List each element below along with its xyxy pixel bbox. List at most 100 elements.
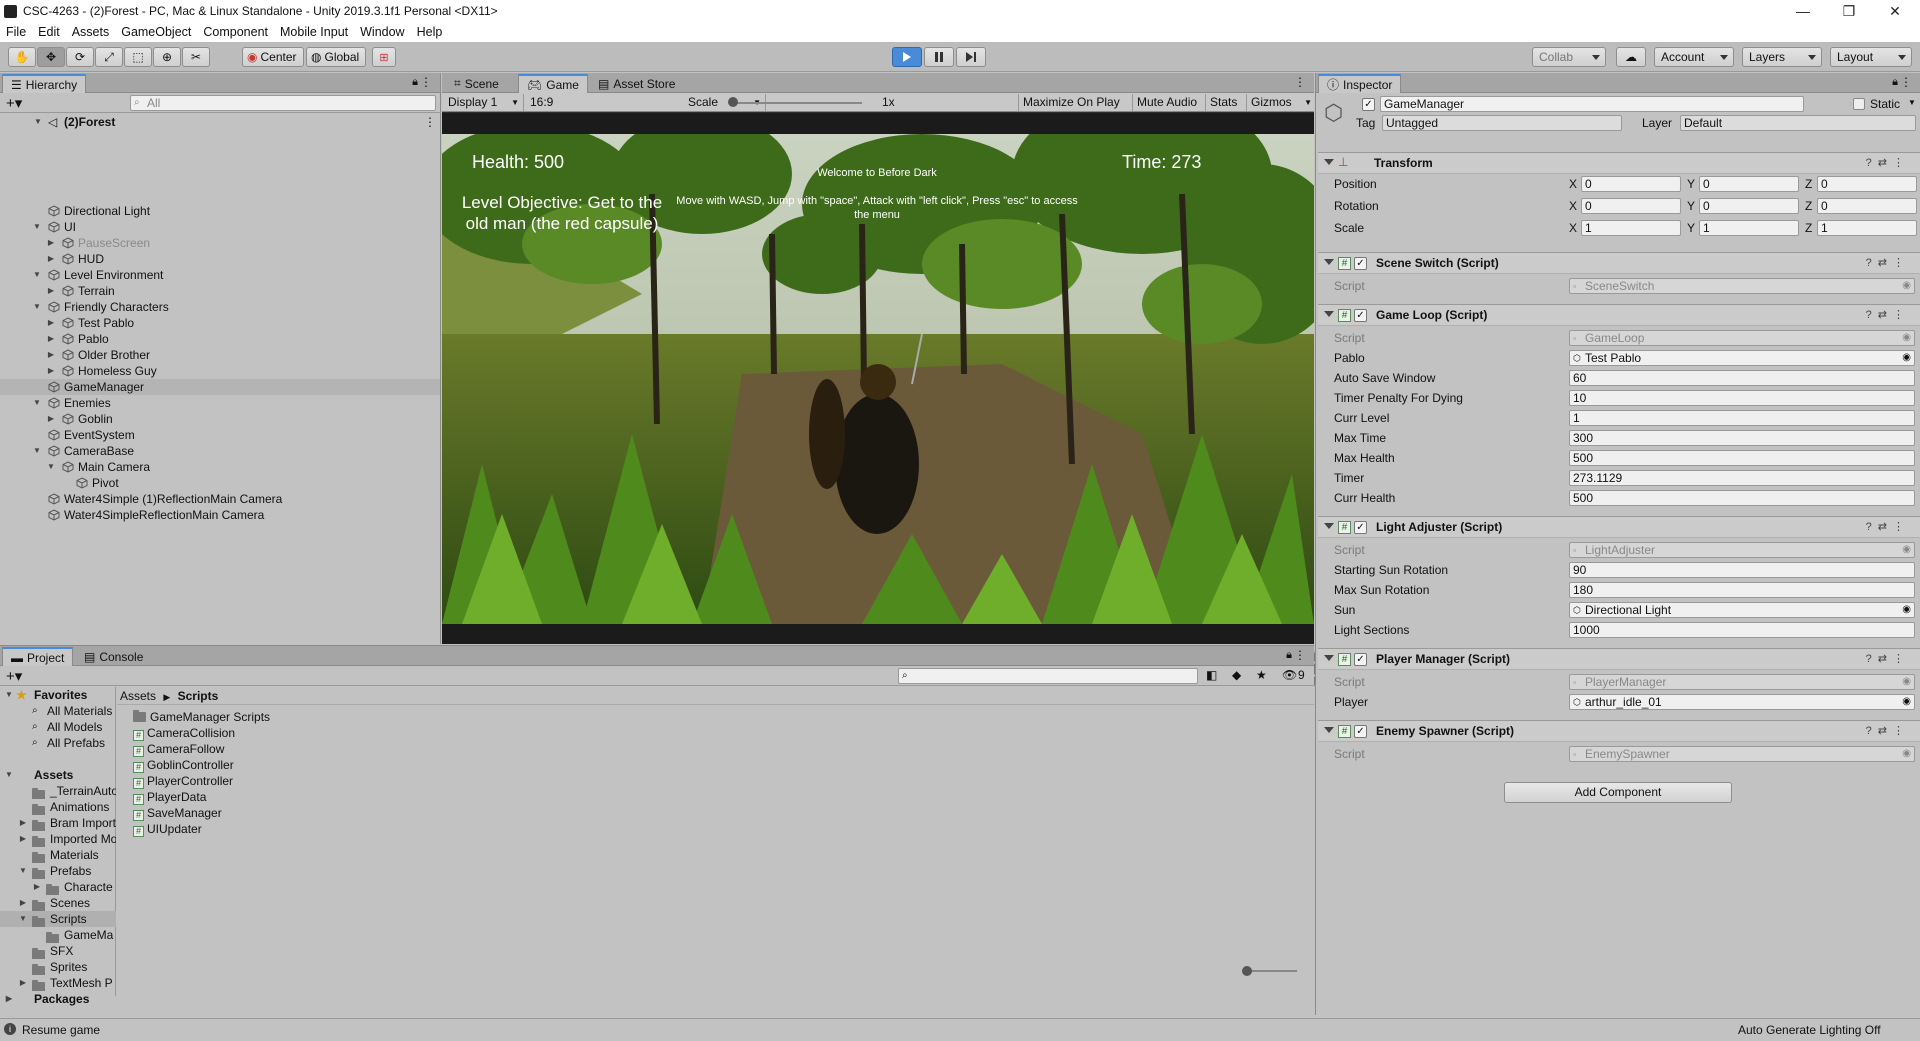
expand-arrow-icon[interactable]: ▼ [18, 863, 28, 879]
folder-tree-row[interactable]: ▼ Assets [0, 767, 116, 783]
component-menu-icon[interactable]: ⋮ [1893, 309, 1910, 321]
component-enabled-checkbox[interactable]: ✓ [1354, 309, 1367, 322]
component-enabled-checkbox[interactable]: ✓ [1354, 257, 1367, 270]
hierarchy-row[interactable]: Directional Light [0, 203, 440, 219]
help-icon[interactable]: ? [1866, 653, 1878, 665]
hierarchy-row[interactable]: ▶ Homeless Guy [0, 363, 440, 379]
folder-tree-row[interactable]: ▶ Packages [0, 991, 116, 1007]
transform-x-input[interactable]: 1 [1581, 220, 1681, 236]
menu-assets[interactable]: Assets [66, 25, 116, 39]
object-reference-field[interactable]: ⬡ ◉ arthur_idle_01 [1569, 694, 1915, 710]
project-menu-icon[interactable]: ⋮ [1294, 648, 1306, 662]
tab-project[interactable]: ▬ Project [2, 647, 74, 666]
collab-dropdown[interactable]: Collab [1532, 47, 1606, 67]
collapse-arrow-icon[interactable]: ▶ [46, 411, 56, 427]
transform-y-input[interactable]: 1 [1699, 220, 1799, 236]
script-item[interactable]: # PlayerData [133, 789, 206, 805]
add-component-button[interactable]: Add Component [1504, 782, 1732, 803]
menu-window[interactable]: Window [354, 25, 410, 39]
value-input[interactable]: 500 [1569, 490, 1915, 506]
value-input[interactable]: 60 [1569, 370, 1915, 386]
menu-help[interactable]: Help [411, 25, 449, 39]
script-item[interactable]: # GoblinController [133, 757, 234, 773]
script-item[interactable]: # SaveManager [133, 805, 222, 821]
label-filter-icon[interactable]: ◆ [1232, 668, 1241, 682]
active-checkbox[interactable]: ✓ [1362, 98, 1375, 111]
preset-icon[interactable]: ⇄ [1878, 157, 1893, 169]
folder-tree-row[interactable]: ▼ Scripts [0, 911, 116, 927]
object-picker-icon[interactable]: ◉ [1902, 351, 1911, 365]
folder-tree-row[interactable]: ▶ Characte [0, 879, 116, 895]
collapse-arrow-icon[interactable]: ▶ [46, 363, 56, 379]
expand-arrow-icon[interactable]: ▼ [32, 395, 42, 411]
expand-arrow-icon[interactable]: ▼ [32, 443, 42, 459]
preset-icon[interactable]: ⇄ [1878, 521, 1893, 533]
tag-dropdown[interactable]: Untagged [1382, 115, 1622, 131]
object-picker-icon[interactable]: ◉ [1902, 695, 1911, 709]
maximize-on-play-toggle[interactable]: Maximize On Play [1018, 94, 1124, 111]
space-toggle[interactable]: ◍ Global [306, 47, 366, 67]
scale-tool-button[interactable]: ⤢ [95, 47, 123, 67]
component-menu-icon[interactable]: ⋮ [1893, 725, 1910, 737]
create-plus-icon[interactable]: +▾ [6, 94, 22, 112]
folder-tree-row[interactable]: Animations [0, 799, 116, 815]
cloud-button[interactable]: ☁ [1616, 47, 1646, 67]
folder-tree-row[interactable]: ▶ Imported Mo [0, 831, 116, 847]
help-icon[interactable]: ? [1866, 309, 1878, 321]
scene-menu-icon[interactable]: ⋮ [424, 114, 436, 130]
lock-icon[interactable]: 🔒︎ [1892, 76, 1898, 89]
pause-button[interactable] [924, 47, 954, 67]
object-reference-field[interactable]: ⬡ ◉ Directional Light [1569, 602, 1915, 618]
preset-icon[interactable]: ⇄ [1878, 309, 1893, 321]
script-component-header[interactable]: # ✓ Player Manager (Script) ?⇄⋮ [1318, 648, 1920, 670]
play-button[interactable] [892, 47, 922, 67]
status-message[interactable]: Resume game [22, 1023, 100, 1037]
menu-mobile-input[interactable]: Mobile Input [274, 25, 354, 39]
foldout-arrow-icon[interactable] [1324, 259, 1334, 270]
collapse-arrow-icon[interactable]: ▶ [18, 975, 28, 991]
collapse-arrow-icon[interactable]: ▶ [18, 815, 28, 831]
expand-arrow-icon[interactable]: ▼ [32, 299, 42, 315]
component-menu-icon[interactable]: ⋮ [1893, 157, 1910, 169]
tab-game[interactable]: 🎮︎ Game [518, 74, 588, 93]
project-search-input[interactable]: ⌕ [898, 668, 1198, 684]
game-viewport[interactable]: Health: 500 Time: 273 Level Objective: G… [442, 134, 1314, 624]
collapse-arrow-icon[interactable]: ▶ [18, 895, 28, 911]
expand-arrow-icon[interactable]: ▼ [32, 267, 42, 283]
folder-tree-row[interactable]: ▼ Prefabs [0, 863, 116, 879]
script-item[interactable]: # CameraFollow [133, 741, 224, 757]
tab-hierarchy[interactable]: ☰ Hierarchy [2, 74, 87, 93]
object-picker-icon[interactable]: ◉ [1902, 543, 1911, 557]
expand-arrow-icon[interactable]: ▼ [46, 459, 56, 475]
filter-type-icon[interactable]: ◧ [1206, 668, 1217, 682]
transform-tool-button[interactable]: ⊕ [153, 47, 181, 67]
hierarchy-row[interactable]: Pivot [0, 475, 440, 491]
tab-inspector[interactable]: ⓘ Inspector [1318, 74, 1402, 93]
script-component-header[interactable]: # ✓ Game Loop (Script) ?⇄⋮ [1318, 304, 1920, 326]
scale-slider-track[interactable] [732, 102, 862, 104]
minimize-button[interactable]: — [1780, 0, 1826, 22]
component-enabled-checkbox[interactable]: ✓ [1354, 653, 1367, 666]
script-item[interactable]: # UIUpdater [133, 821, 202, 837]
mute-audio-toggle[interactable]: Mute Audio [1132, 94, 1201, 111]
favorite-item[interactable]: ⌕ All Materials [0, 703, 116, 719]
breadcrumb-assets[interactable]: Assets [120, 689, 156, 703]
expand-arrow-icon[interactable]: ▼ [32, 219, 42, 235]
static-checkbox[interactable] [1853, 98, 1865, 110]
collapse-arrow-icon[interactable]: ▶ [46, 251, 56, 267]
foldout-arrow-icon[interactable] [1324, 159, 1334, 170]
step-button[interactable] [956, 47, 986, 67]
value-input[interactable]: 10 [1569, 390, 1915, 406]
help-icon[interactable]: ? [1866, 157, 1878, 169]
component-menu-icon[interactable]: ⋮ [1893, 653, 1910, 665]
object-picker-icon[interactable]: ◉ [1902, 747, 1911, 761]
script-item[interactable]: # PlayerController [133, 773, 233, 789]
favorite-item[interactable]: ⌕ All Prefabs [0, 735, 116, 751]
custom-tool-button[interactable]: ✂ [182, 47, 210, 67]
folder-tree-row[interactable]: ▶ TextMesh P [0, 975, 116, 991]
account-dropdown[interactable]: Account [1654, 47, 1734, 67]
transform-x-input[interactable]: 0 [1581, 198, 1681, 214]
transform-z-input[interactable]: 0 [1817, 198, 1917, 214]
object-picker-icon[interactable]: ◉ [1902, 675, 1911, 689]
display-dropdown[interactable]: Display 1 ▼ [444, 94, 524, 111]
